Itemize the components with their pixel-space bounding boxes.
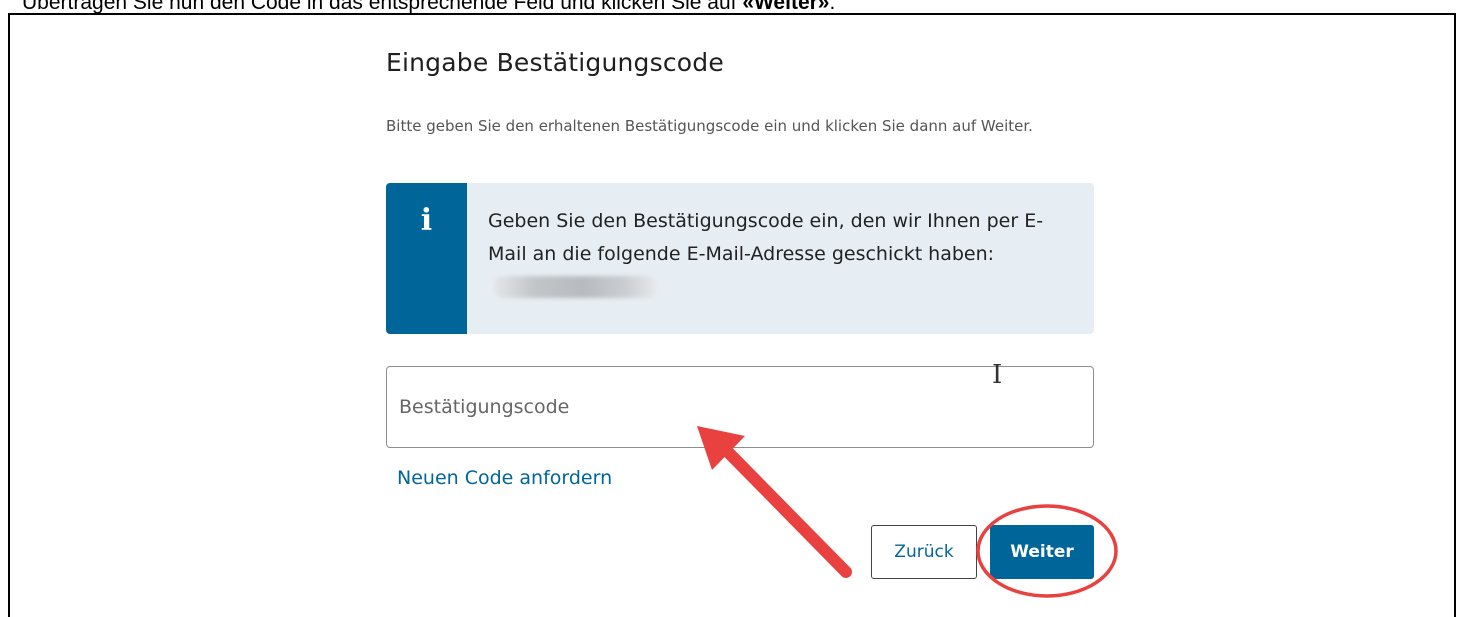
verification-code-input[interactable] xyxy=(386,366,1094,448)
back-button[interactable]: Zurück xyxy=(871,525,977,579)
next-button[interactable]: Weiter xyxy=(990,525,1094,579)
info-message: Geben Sie den Bestätigungscode ein, den … xyxy=(488,210,1044,265)
text-cursor-icon: I xyxy=(992,360,1003,390)
info-notice: i Geben Sie den Bestätigungscode ein, de… xyxy=(386,183,1094,334)
tutorial-screenshot: Übertragen Sie nun den Code in das entsp… xyxy=(0,0,1467,617)
redacted-email xyxy=(494,276,656,298)
info-notice-bar: i xyxy=(386,183,467,334)
info-notice-text: Geben Sie den Bestätigungscode ein, den … xyxy=(488,205,1078,304)
intro-text: Bitte geben Sie den erhaltenen Bestätigu… xyxy=(386,117,1033,135)
caption-text: Übertragen Sie nun den Code in das entsp… xyxy=(22,0,743,14)
page-title: Eingabe Bestätigungscode xyxy=(386,48,724,77)
caption-end: . xyxy=(829,0,836,14)
info-icon: i xyxy=(420,203,433,238)
caption-emphasis: «Weiter» xyxy=(742,0,830,14)
request-new-code-link[interactable]: Neuen Code anfordern xyxy=(397,467,612,489)
